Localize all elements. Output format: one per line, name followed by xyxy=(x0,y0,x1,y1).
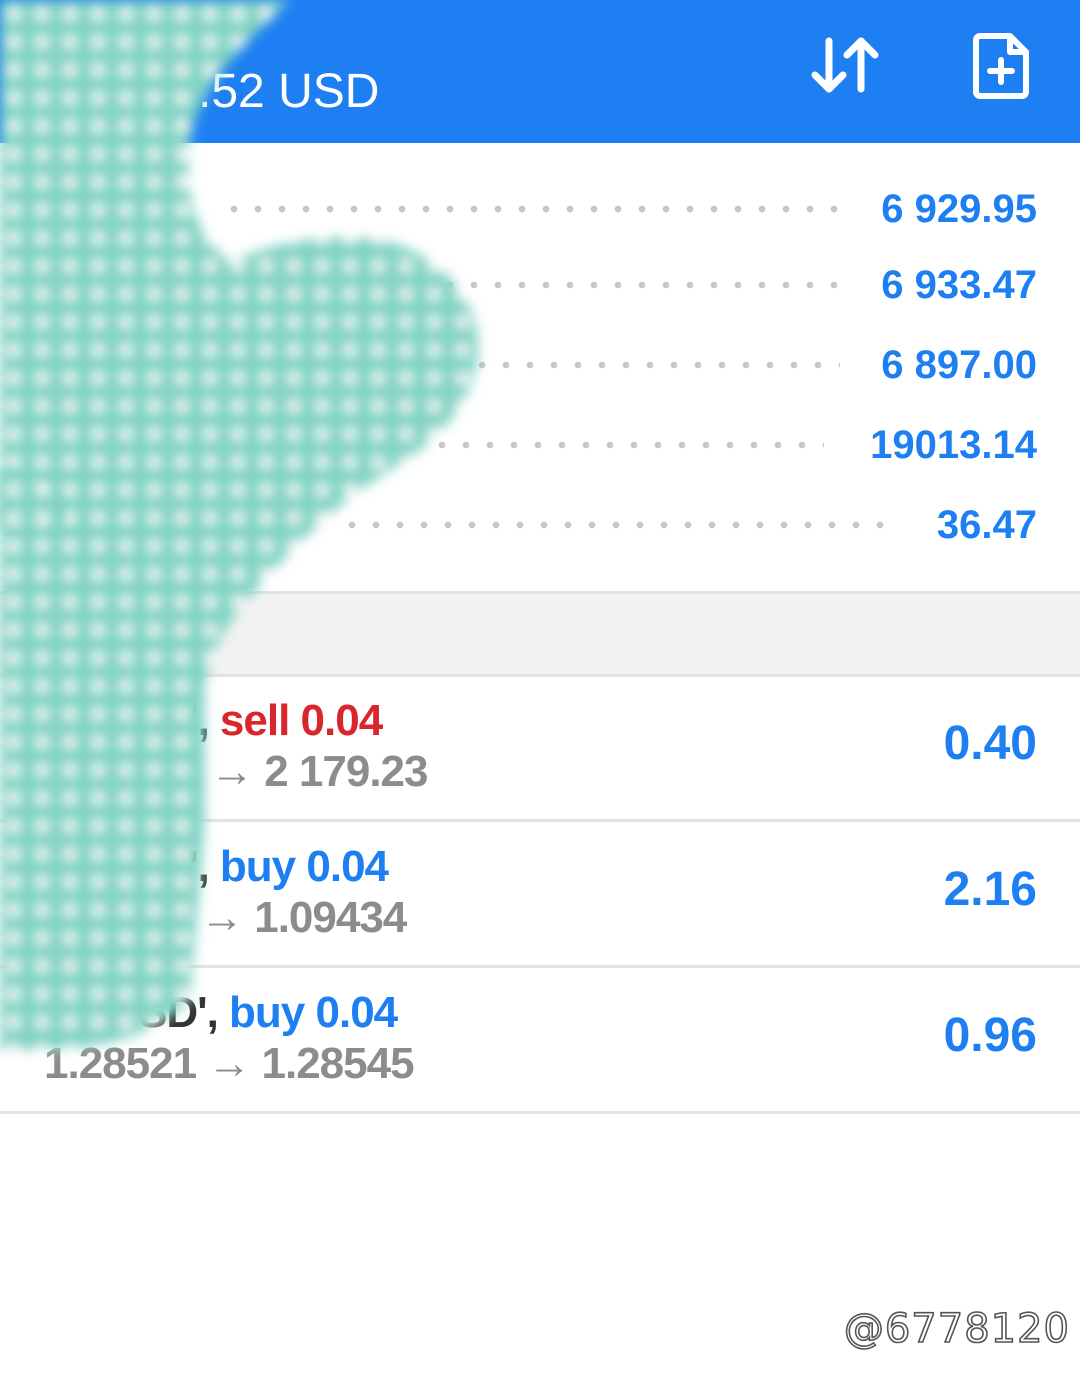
position-title: ', sell 0.04 xyxy=(188,696,383,746)
comma-separator: , xyxy=(206,988,230,1037)
summary-value: 6 933.47 xyxy=(881,263,1037,307)
leader-dots xyxy=(222,201,840,217)
summary-row: 36.47 xyxy=(0,489,1080,567)
leader-dots xyxy=(430,437,824,453)
summary-row: 6 929.95 xyxy=(0,173,1080,251)
new-order-button[interactable] xyxy=(962,25,1042,105)
summary-value: 6 897.00 xyxy=(881,343,1037,387)
position-prices: → 1.09434 xyxy=(200,893,407,942)
position-prices: 1.28521 → 1.28545 xyxy=(44,1039,415,1088)
position-row[interactable]: ', sell 0.04 → 2 179.23 0.40 xyxy=(0,674,1080,822)
balance-title: .52 USD xyxy=(198,65,380,118)
position-prices: → 2 179.23 xyxy=(210,747,428,796)
leader-dots xyxy=(340,517,890,533)
account-summary: 6 929.95 6 933.47 用预付 6 897.00 预 19013.1… xyxy=(0,143,1080,591)
summary-label: 预 xyxy=(44,436,83,480)
section-header xyxy=(0,591,1080,677)
summary-value: 19013.14 xyxy=(870,423,1037,467)
summary-row: 用预付 6 897.00 xyxy=(0,329,1080,407)
comma-separator: , xyxy=(197,696,220,745)
position-profit: 0.96 xyxy=(943,1009,1037,1062)
sort-arrows-icon xyxy=(811,37,879,93)
position-row[interactable]: SD', buy 0.04 1.28521 → 1.28545 0.96 xyxy=(0,966,1080,1114)
position-side: sell 0.04 xyxy=(219,696,383,745)
top-app-bar: .52 USD xyxy=(0,0,1080,143)
summary-row: 6 933.47 xyxy=(0,249,1080,327)
position-row[interactable]: ', buy 0.04 → 1.09434 2.16 xyxy=(0,820,1080,968)
sort-button[interactable] xyxy=(805,25,885,105)
watermark-text: @6778120 xyxy=(843,1305,1070,1353)
position-side: buy 0.04 xyxy=(229,988,398,1037)
summary-row: 预 19013.14 xyxy=(0,409,1080,487)
new-document-plus-icon xyxy=(973,33,1029,99)
summary-label: 用预付 xyxy=(88,356,203,400)
leader-dots xyxy=(222,277,840,293)
watermark: @6778120 xyxy=(843,1305,1070,1353)
position-title: ', buy 0.04 xyxy=(188,842,389,892)
position-title: SD', buy 0.04 xyxy=(138,988,398,1038)
position-profit: 0.40 xyxy=(943,717,1037,770)
summary-value: 6 929.95 xyxy=(881,187,1037,231)
position-side: buy 0.04 xyxy=(219,842,389,891)
leader-dots xyxy=(470,357,840,373)
position-profit: 2.16 xyxy=(943,863,1037,916)
position-symbol: SD' xyxy=(138,988,208,1037)
comma-separator: , xyxy=(197,842,220,891)
summary-value: 36.47 xyxy=(936,503,1037,547)
